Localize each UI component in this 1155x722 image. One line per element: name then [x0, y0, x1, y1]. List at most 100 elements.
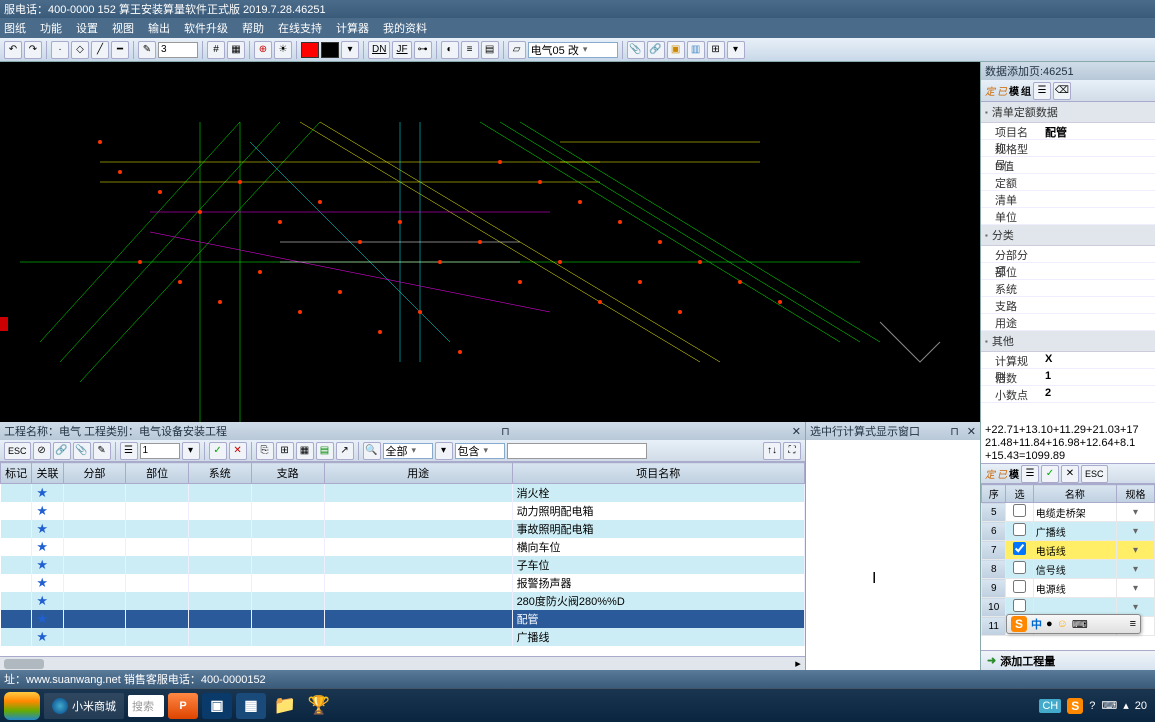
- tool-redo-icon[interactable]: ↷: [24, 41, 42, 59]
- color-more-icon[interactable]: ▾: [341, 41, 359, 59]
- paste-icon[interactable]: ▦: [296, 442, 314, 460]
- tool-book-icon[interactable]: ▣: [667, 41, 685, 59]
- list-icon[interactable]: ☰: [120, 442, 138, 460]
- tool-sun-icon[interactable]: ☀: [274, 41, 292, 59]
- mini-list-icon[interactable]: ☰: [1021, 465, 1039, 483]
- table-row[interactable]: ★280度防火阀280%%D: [1, 592, 805, 610]
- tool-crosshair-icon[interactable]: ⊕: [254, 41, 272, 59]
- table-row[interactable]: ★消火栓: [1, 484, 805, 503]
- excel-icon[interactable]: ▤: [316, 442, 334, 460]
- color-red[interactable]: [301, 42, 319, 58]
- link-icon[interactable]: 🔗: [53, 442, 71, 460]
- taskbar-wps-icon[interactable]: P: [168, 693, 198, 719]
- menu-calc[interactable]: 计算器: [336, 20, 369, 36]
- find-icon[interactable]: 🔍: [363, 442, 381, 460]
- num-input[interactable]: [140, 443, 180, 459]
- clone-icon[interactable]: ⎘: [256, 442, 274, 460]
- ime-menu-icon[interactable]: ≡: [1130, 618, 1136, 630]
- menu-drawing[interactable]: 图纸: [4, 20, 26, 36]
- start-button[interactable]: [4, 692, 40, 720]
- menu-upgrade[interactable]: 软件升级: [184, 20, 228, 36]
- mini-x-icon[interactable]: ✕: [1061, 465, 1079, 483]
- mini-row[interactable]: 6广播线▾: [982, 522, 1155, 541]
- tool-layers-icon[interactable]: ▤: [481, 41, 499, 59]
- filter-all-combo[interactable]: 全部: [383, 443, 433, 459]
- copy-icon[interactable]: ⊞: [276, 442, 294, 460]
- taskbar-app2-icon[interactable]: ▦: [236, 693, 266, 719]
- edit-icon[interactable]: ✎: [93, 442, 111, 460]
- tool-plan-icon[interactable]: ▱: [508, 41, 526, 59]
- menu-help[interactable]: 帮助: [242, 20, 264, 36]
- dropdown-icon[interactable]: ▾: [182, 442, 200, 460]
- tray-ques-icon[interactable]: ?: [1089, 700, 1095, 712]
- add-quantity-button[interactable]: 添加工程量: [981, 650, 1155, 670]
- table-row[interactable]: ★配管: [1, 610, 805, 628]
- panel-erase-icon[interactable]: ⌫: [1053, 82, 1071, 100]
- export-icon[interactable]: ↗: [336, 442, 354, 460]
- mini-check-icon[interactable]: ✓: [1041, 465, 1059, 483]
- panel-btn-mo[interactable]: 模: [1009, 82, 1019, 100]
- table-row[interactable]: ★横向车位: [1, 538, 805, 556]
- main-data-table[interactable]: 标记关联分部部位系统支路用途项目名称 ★消火栓★动力照明配电箱★事故照明配电箱★…: [0, 462, 805, 656]
- ime-punct-icon[interactable]: ●: [1046, 618, 1053, 630]
- formula-pin-icon[interactable]: ⊓: [950, 425, 959, 438]
- tool-draw-icon[interactable]: ✎: [138, 41, 156, 59]
- tool-h-icon[interactable]: ━: [111, 41, 129, 59]
- cross-icon[interactable]: ✕: [229, 442, 247, 460]
- table-row[interactable]: ★报警扬声器: [1, 574, 805, 592]
- color-black[interactable]: [321, 42, 339, 58]
- ime-toolbar[interactable]: S 中 ● ☺ ⌨ ≡: [1006, 614, 1141, 634]
- formula-body[interactable]: I: [806, 440, 980, 670]
- menu-online[interactable]: 在线支持: [278, 20, 322, 36]
- table-row[interactable]: ★子车位: [1, 556, 805, 574]
- table-row[interactable]: ★动力照明配电箱: [1, 502, 805, 520]
- tool-conn-icon[interactable]: ⊶: [414, 41, 432, 59]
- panel-btn-ding[interactable]: 定: [985, 82, 995, 100]
- formula-close-icon[interactable]: ✕: [967, 425, 976, 438]
- panel-btn-zu[interactable]: 组: [1021, 82, 1031, 100]
- tool-bars-icon[interactable]: ≡: [461, 41, 479, 59]
- panel-menu-icon[interactable]: ☰: [1033, 82, 1051, 100]
- tool-doc-icon[interactable]: ▥: [687, 41, 705, 59]
- tray-up-icon[interactable]: ▴: [1123, 699, 1129, 712]
- mini-ding[interactable]: 定: [985, 465, 995, 483]
- menu-view[interactable]: 视图: [112, 20, 134, 36]
- menu-function[interactable]: 功能: [40, 20, 62, 36]
- unlink-icon[interactable]: ⊘: [33, 442, 51, 460]
- cad-viewport[interactable]: [0, 62, 980, 422]
- tool-chain-icon[interactable]: 🔗: [647, 41, 665, 59]
- table-row[interactable]: ★事故照明配电箱: [1, 520, 805, 538]
- mini-mo[interactable]: 模: [1009, 465, 1019, 483]
- tray-keys-icon[interactable]: ⌨: [1101, 699, 1117, 712]
- mini-row[interactable]: 7电话线▾: [982, 541, 1155, 560]
- ime-zh-icon[interactable]: 中: [1031, 616, 1042, 632]
- h-scrollbar[interactable]: ▸: [0, 656, 805, 670]
- mini-row[interactable]: 8信号线▾: [982, 560, 1155, 579]
- ime-kb-icon[interactable]: ⌨: [1072, 618, 1088, 631]
- layer-combo[interactable]: 电气05 改: [528, 42, 618, 58]
- tray-ch-icon[interactable]: CH: [1039, 699, 1061, 713]
- check-icon[interactable]: ✓: [209, 442, 227, 460]
- tool-jf-icon[interactable]: JF: [392, 41, 411, 59]
- taskbar-ie[interactable]: 小米商城: [44, 693, 124, 719]
- mini-esc[interactable]: ESC: [1081, 465, 1108, 483]
- taskbar-app1-icon[interactable]: ▣: [202, 693, 232, 719]
- tool-pie-icon[interactable]: ◐: [441, 41, 459, 59]
- attach-icon[interactable]: 📎: [73, 442, 91, 460]
- line-weight-input[interactable]: [158, 42, 198, 58]
- sort-asc-icon[interactable]: ↑↓: [763, 442, 781, 460]
- tool-shape-icon[interactable]: ◇: [71, 41, 89, 59]
- menu-settings[interactable]: 设置: [76, 20, 98, 36]
- ime-face-icon[interactable]: ☺: [1057, 618, 1068, 630]
- tool-line-icon[interactable]: ╱: [91, 41, 109, 59]
- tool-table-icon[interactable]: ⊞: [707, 41, 725, 59]
- panel-btn-yi[interactable]: 已: [997, 82, 1007, 100]
- tool-point-icon[interactable]: ·: [51, 41, 69, 59]
- tray-sogou-icon[interactable]: S: [1067, 698, 1083, 714]
- panel-pin-icon[interactable]: ⊓: [501, 425, 510, 438]
- expand-icon[interactable]: ⛶: [783, 442, 801, 460]
- tool-grid-icon[interactable]: ▦: [227, 41, 245, 59]
- table-row[interactable]: ★广播线: [1, 628, 805, 646]
- tool-more-icon[interactable]: ▾: [727, 41, 745, 59]
- tool-attach-icon[interactable]: 📎: [627, 41, 645, 59]
